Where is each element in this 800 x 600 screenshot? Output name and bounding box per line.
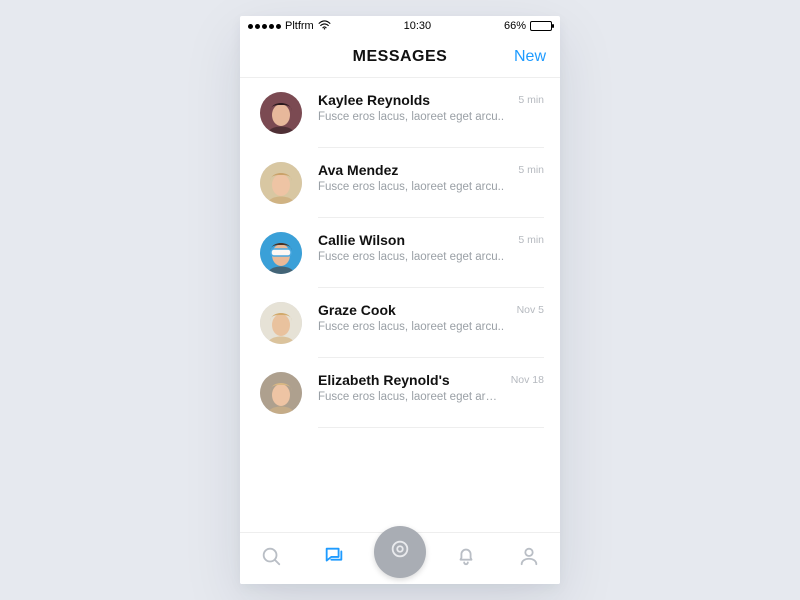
message-row[interactable]: Callie Wilson Fusce eros lacus, laoreet e…: [240, 218, 560, 288]
message-body: Graze Cook Fusce eros lacus, laoreet eget…: [318, 302, 509, 333]
messages-icon: [323, 545, 345, 572]
tab-camera[interactable]: [374, 526, 426, 578]
avatar: [260, 162, 302, 204]
carrier-label: Pltfrm: [285, 20, 314, 32]
message-time: Nov 18: [511, 372, 544, 386]
message-time: 5 min: [518, 162, 544, 176]
tab-messages[interactable]: [312, 537, 356, 581]
message-body: Elizabeth Reynold's Fusce eros lacus, lao…: [318, 372, 503, 403]
status-time: 10:30: [404, 20, 432, 32]
message-body: Callie Wilson Fusce eros lacus, laoreet e…: [318, 232, 510, 263]
tab-profile[interactable]: [507, 537, 551, 581]
avatar: [260, 232, 302, 274]
tab-alerts[interactable]: [444, 537, 488, 581]
message-time: 5 min: [518, 232, 544, 246]
header: MESSAGES New: [240, 36, 560, 78]
bell-icon: [455, 545, 477, 572]
signal-dots-icon: [248, 24, 281, 29]
sender-name: Callie Wilson: [318, 232, 510, 248]
sender-name: Kaylee Reynolds: [318, 92, 510, 108]
avatar: [260, 372, 302, 414]
phone-frame: Pltfrm 10:30 66% MESSAGES New Kaylee Rey…: [240, 16, 560, 584]
avatar: [260, 92, 302, 134]
tab-search[interactable]: [249, 537, 293, 581]
message-preview: Fusce eros lacus, laoreet eget arcu..: [318, 181, 510, 193]
sender-name: Ava Mendez: [318, 162, 510, 178]
search-icon: [260, 545, 282, 572]
message-preview: Fusce eros lacus, laoreet eget arcu..: [318, 391, 503, 403]
user-icon: [518, 545, 540, 572]
status-bar: Pltfrm 10:30 66%: [240, 16, 560, 36]
message-row[interactable]: Kaylee Reynolds Fusce eros lacus, laoreet…: [240, 78, 560, 148]
wifi-icon: [318, 20, 331, 33]
sender-name: Graze Cook: [318, 302, 509, 318]
camera-icon: [389, 538, 411, 565]
message-list[interactable]: Kaylee Reynolds Fusce eros lacus, laoreet…: [240, 78, 560, 532]
battery-pct-label: 66%: [504, 20, 526, 32]
message-time: Nov 5: [517, 302, 544, 316]
message-row[interactable]: Graze Cook Fusce eros lacus, laoreet eget…: [240, 288, 560, 358]
message-row[interactable]: Ava Mendez Fusce eros lacus, laoreet eget…: [240, 148, 560, 218]
battery-icon: [530, 21, 552, 31]
avatar: [260, 302, 302, 344]
new-button[interactable]: New: [514, 48, 546, 66]
message-row[interactable]: Elizabeth Reynold's Fusce eros lacus, lao…: [240, 358, 560, 428]
page-title: MESSAGES: [353, 48, 448, 66]
tab-bar: [240, 532, 560, 584]
message-time: 5 min: [518, 92, 544, 106]
message-body: Kaylee Reynolds Fusce eros lacus, laoreet…: [318, 92, 510, 123]
message-body: Ava Mendez Fusce eros lacus, laoreet eget…: [318, 162, 510, 193]
sender-name: Elizabeth Reynold's: [318, 372, 503, 388]
message-preview: Fusce eros lacus, laoreet eget arcu..: [318, 321, 509, 333]
message-preview: Fusce eros lacus, laoreet eget arcu..: [318, 251, 510, 263]
message-preview: Fusce eros lacus, laoreet eget arcu..: [318, 111, 510, 123]
